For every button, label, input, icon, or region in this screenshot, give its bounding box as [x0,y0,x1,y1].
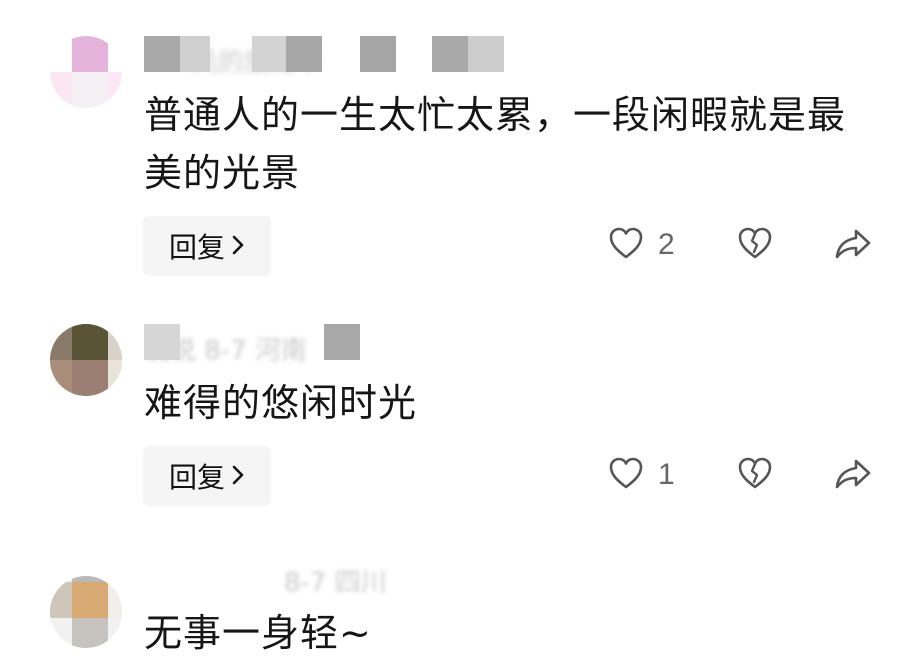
comment-text: 普通人的一生太忙太累，一段闲暇就是最美的光景 [144,93,847,195]
like-count: 2 [658,228,675,261]
reply-button[interactable]: 回复 [143,446,271,506]
reply-label: 回复 [168,231,225,264]
author-meta[interactable]: 风的旅行中 [144,36,514,76]
share-button[interactable] [834,458,872,494]
share-button[interactable] [834,228,872,264]
share-arrow-icon [834,228,872,264]
broken-heart-icon [737,226,773,264]
reply-button[interactable]: 回复 [143,216,271,276]
dislike-button[interactable] [737,456,773,494]
avatar[interactable] [50,36,122,108]
author-meta[interactable]: 8-7 四川 [144,556,464,596]
chevron-right-icon [231,460,245,493]
broken-heart-icon [737,456,773,494]
chevron-right-icon [231,230,245,263]
like-count: 1 [658,458,675,491]
like-button[interactable]: 2 [608,226,675,264]
avatar[interactable] [50,324,122,396]
avatar[interactable] [50,576,122,648]
reply-label: 回复 [168,461,225,494]
author-meta[interactable]: 说说 8-7 河南 [144,324,360,364]
comment-text: 难得的悠闲时光 [144,381,418,425]
share-arrow-icon [834,458,872,494]
heart-outline-icon [608,456,644,494]
dislike-button[interactable] [737,226,773,264]
heart-outline-icon [608,226,644,264]
like-button[interactable]: 1 [608,456,675,494]
comment-text: 无事一身轻~ [144,611,372,655]
author-name: 8-7 四川 [284,568,387,596]
